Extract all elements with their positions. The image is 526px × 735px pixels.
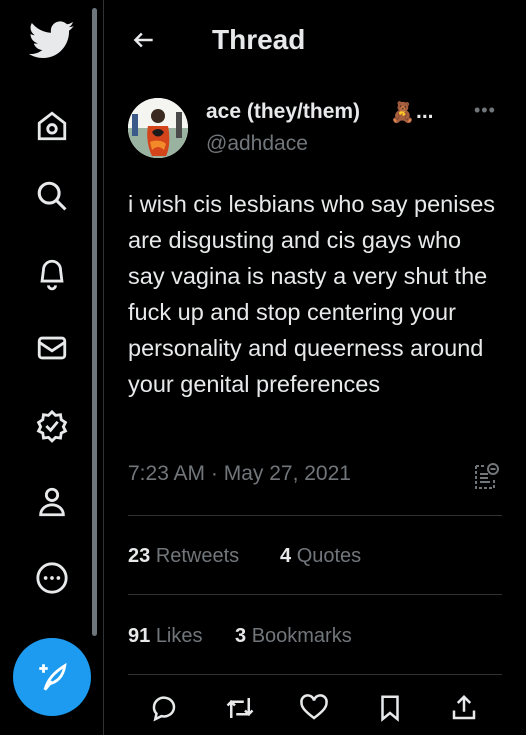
likes-stat[interactable]: 91 Likes: [128, 625, 203, 648]
back-arrow-icon[interactable]: [128, 24, 160, 56]
analytics-icon[interactable]: [472, 460, 500, 492]
divider: [128, 515, 502, 516]
page-title: Thread: [212, 24, 306, 55]
author-avatar[interactable]: [128, 98, 188, 158]
home-icon[interactable]: [26, 100, 78, 152]
teddy-bear-emoji: 🧸: [390, 102, 415, 124]
compose-tweet-button[interactable]: [13, 638, 91, 716]
search-icon[interactable]: [26, 170, 78, 222]
quotes-stat[interactable]: 4 Quotes: [280, 545, 361, 568]
author-name[interactable]: ace (they/them): [206, 100, 360, 124]
author-handle[interactable]: @adhdace: [206, 132, 308, 156]
divider: [128, 674, 502, 675]
bookmarks-stat[interactable]: 3 Bookmarks: [235, 625, 352, 648]
thread-header: Thread: [104, 0, 526, 82]
thread-column: Thread ace (they/them) 🧸 ... @adhdace ••…: [104, 0, 526, 735]
feather-plus-icon: [39, 662, 67, 691]
tweet-more-button[interactable]: •••: [474, 100, 496, 121]
scrollbar[interactable]: [92, 8, 97, 636]
sidebar-nav: [0, 0, 92, 735]
verified-icon[interactable]: [26, 400, 78, 452]
name-truncation: ...: [416, 100, 434, 123]
like-heart-icon[interactable]: [298, 692, 330, 724]
tweet-text: i wish cis lesbians who say penises are …: [128, 191, 496, 397]
tweet-actions-bar: [104, 688, 526, 732]
divider: [128, 594, 502, 595]
reply-icon[interactable]: [148, 692, 180, 724]
retweet-icon[interactable]: [224, 692, 256, 724]
profile-icon[interactable]: [26, 476, 78, 528]
bookmark-icon[interactable]: [374, 692, 406, 724]
twitter-logo-icon[interactable]: [26, 14, 78, 66]
tweet-timestamp[interactable]: 7:23 AM · May 27, 2021: [128, 462, 351, 486]
notifications-bell-icon[interactable]: [26, 248, 78, 300]
more-options-icon[interactable]: [26, 552, 78, 604]
retweets-stat[interactable]: 23 Retweets: [128, 545, 239, 568]
share-icon[interactable]: [448, 692, 480, 724]
messages-mail-icon[interactable]: [26, 322, 78, 374]
